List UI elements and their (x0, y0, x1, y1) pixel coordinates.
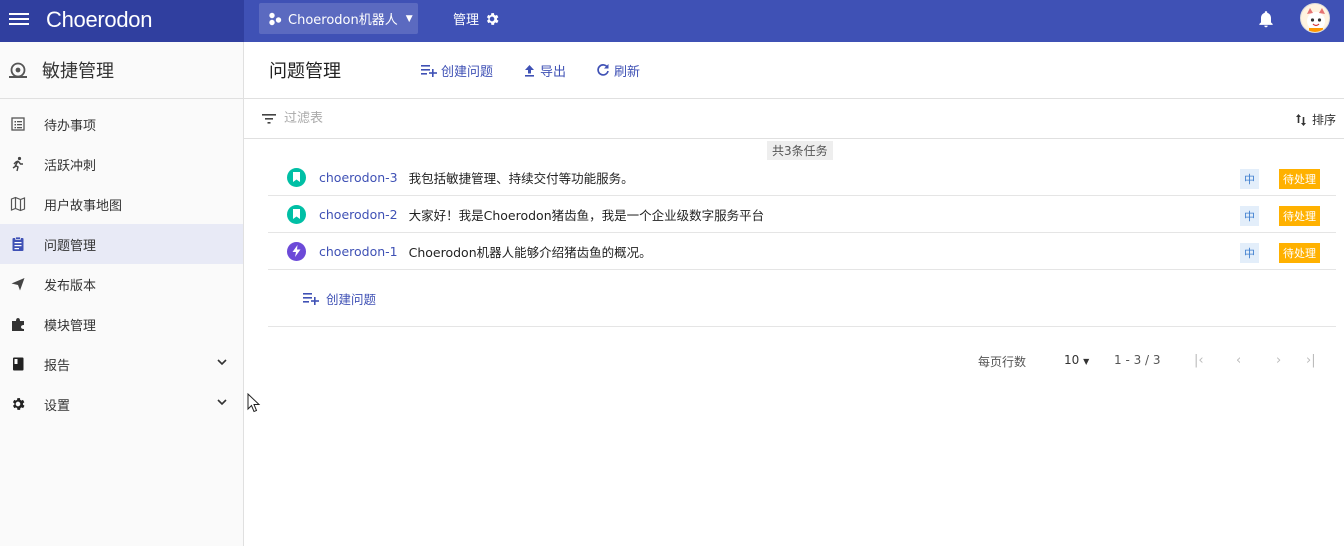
chevron-down-icon (217, 399, 227, 406)
create-issue-label: 创建问题 (441, 64, 494, 80)
caret-down-icon: ▼ (1083, 357, 1090, 366)
sidebar-item-label: 待办事项 (44, 118, 97, 134)
issue-key[interactable]: choerodon-1 (319, 244, 398, 259)
issue-count-badge: 共3条任务 (767, 141, 833, 160)
sidebar-item-backlog[interactable]: 待办事项 (0, 104, 243, 144)
first-page-icon[interactable]: |‹ (1194, 353, 1204, 368)
issue-row[interactable]: choerodon-1 Choerodon机器人能够介绍猪齿鱼的概况。 中 待处… (268, 233, 1336, 270)
sidebar-item-modules[interactable]: 模块管理 (0, 304, 243, 344)
gear-icon (486, 12, 499, 25)
issue-summary: 大家好！我是Choerodon猪齿鱼，我是一个企业级数字服务平台 (408, 207, 765, 223)
sort-icon (1295, 113, 1306, 126)
issue-row[interactable]: choerodon-3 我包括敏捷管理、持续交付等功能服务。 中 待处理 (268, 159, 1336, 196)
chevron-down-icon (217, 359, 227, 366)
story-icon (287, 204, 306, 224)
status-badge: 待处理 (1279, 169, 1320, 189)
manage-button[interactable]: 管理 (453, 9, 500, 28)
page-size-value: 10 (1064, 353, 1080, 367)
list-icon (11, 117, 25, 131)
issue-list: choerodon-3 我包括敏捷管理、持续交付等功能服务。 中 待处理 cho… (268, 159, 1336, 327)
create-issue-inline-button[interactable]: 创建问题 (268, 270, 1336, 327)
manage-label: 管理 (453, 13, 480, 28)
sidebar-title: 敏捷管理 (42, 61, 114, 82)
playlist-add-icon (421, 65, 437, 77)
project-selector[interactable]: Choerodon机器人 ▼ (259, 3, 418, 34)
project-name: Choerodon机器人 (288, 13, 398, 28)
sidebar-header: 敏捷管理 (0, 42, 243, 99)
sidebar-item-label: 问题管理 (44, 238, 97, 254)
caret-down-icon: ▼ (405, 13, 413, 24)
upload-icon (525, 64, 535, 77)
issue-summary: Choerodon机器人能够介绍猪齿鱼的概况。 (408, 244, 652, 260)
rows-per-page-label: 每页行数 (978, 355, 1027, 369)
sidebar-item-issues[interactable]: 问题管理 (0, 224, 243, 264)
count-row: 共3条任务 (244, 139, 1344, 160)
sort-button[interactable]: 排序 (1295, 111, 1336, 128)
sidebar-item-label: 模块管理 (44, 318, 97, 334)
sidebar-item-label: 发布版本 (44, 278, 97, 294)
sidebar-item-story-map[interactable]: 用户故事地图 (0, 184, 243, 224)
pagination: 每页行数 10 ▼ 1 - 3 / 3 |‹ ‹ › ›| (244, 351, 1344, 371)
last-page-icon[interactable]: ›| (1306, 353, 1316, 368)
refresh-icon (597, 64, 609, 76)
send-icon (11, 278, 25, 291)
mouse-cursor-icon (247, 393, 261, 413)
sort-label: 排序 (1311, 113, 1336, 127)
issue-key[interactable]: choerodon-2 (319, 207, 398, 222)
page-title: 问题管理 (269, 61, 341, 82)
create-issue-inline-label: 创建问题 (326, 291, 377, 307)
sidebar-item-label: 报告 (44, 358, 71, 374)
running-icon (12, 156, 23, 172)
brand-logo[interactable]: Choerodon (46, 7, 152, 33)
export-label: 导出 (540, 64, 567, 80)
filter-input[interactable] (284, 111, 684, 126)
sidebar-item-reports[interactable]: 报告 (0, 344, 243, 384)
refresh-label: 刷新 (614, 64, 641, 80)
issue-key[interactable]: choerodon-3 (319, 170, 398, 185)
map-icon (10, 196, 26, 212)
priority-badge: 中 (1240, 243, 1259, 263)
agile-icon (9, 62, 27, 78)
prev-page-icon[interactable]: ‹ (1236, 353, 1241, 368)
sidebar-item-active-sprint[interactable]: 活跃冲刺 (0, 144, 243, 184)
project-icon (269, 12, 282, 25)
sidebar: 敏捷管理 待办事项 活跃冲刺 用户故事地图 问题管理 发布版本 模块管理 报告 … (0, 42, 244, 546)
puzzle-icon (12, 318, 24, 331)
priority-badge: 中 (1240, 169, 1259, 189)
gear-icon (12, 398, 25, 410)
export-button[interactable]: 导出 (523, 61, 566, 80)
sidebar-item-settings[interactable]: 设置 (0, 384, 243, 424)
page-size-select[interactable]: 10 ▼ (1064, 353, 1089, 367)
clipboard-icon (12, 236, 24, 251)
page-header: 问题管理 创建问题 导出 刷新 (244, 42, 1344, 99)
book-icon (13, 357, 24, 371)
playlist-add-icon (303, 293, 319, 305)
notification-bell-icon[interactable] (1256, 8, 1276, 34)
issue-summary: 我包括敏捷管理、持续交付等功能服务。 (408, 170, 634, 186)
refresh-button[interactable]: 刷新 (596, 61, 640, 80)
story-icon (287, 167, 306, 187)
create-issue-button[interactable]: 创建问题 (421, 61, 493, 80)
issue-row[interactable]: choerodon-2 大家好！我是Choerodon猪齿鱼，我是一个企业级数字… (268, 196, 1336, 233)
filter-bar: 排序 (244, 99, 1344, 139)
priority-badge: 中 (1240, 206, 1259, 226)
epic-icon (287, 241, 306, 261)
user-avatar[interactable] (1300, 3, 1330, 33)
status-badge: 待处理 (1279, 206, 1320, 226)
filter-icon (262, 113, 276, 124)
main-content: 问题管理 创建问题 导出 刷新 排序 共3条任务 choerodon-3 (244, 42, 1344, 546)
sidebar-item-label: 活跃冲刺 (44, 158, 97, 174)
brand-area: Choerodon (0, 0, 244, 42)
top-bar: Choerodon Choerodon机器人 ▼ 管理 (0, 0, 1344, 42)
page-range: 1 - 3 / 3 (1114, 353, 1161, 367)
sidebar-item-release[interactable]: 发布版本 (0, 264, 243, 304)
sidebar-item-label: 用户故事地图 (44, 198, 123, 214)
status-badge: 待处理 (1279, 243, 1320, 263)
sidebar-item-label: 设置 (44, 398, 71, 414)
next-page-icon[interactable]: › (1276, 353, 1281, 368)
menu-icon[interactable] (9, 9, 31, 31)
